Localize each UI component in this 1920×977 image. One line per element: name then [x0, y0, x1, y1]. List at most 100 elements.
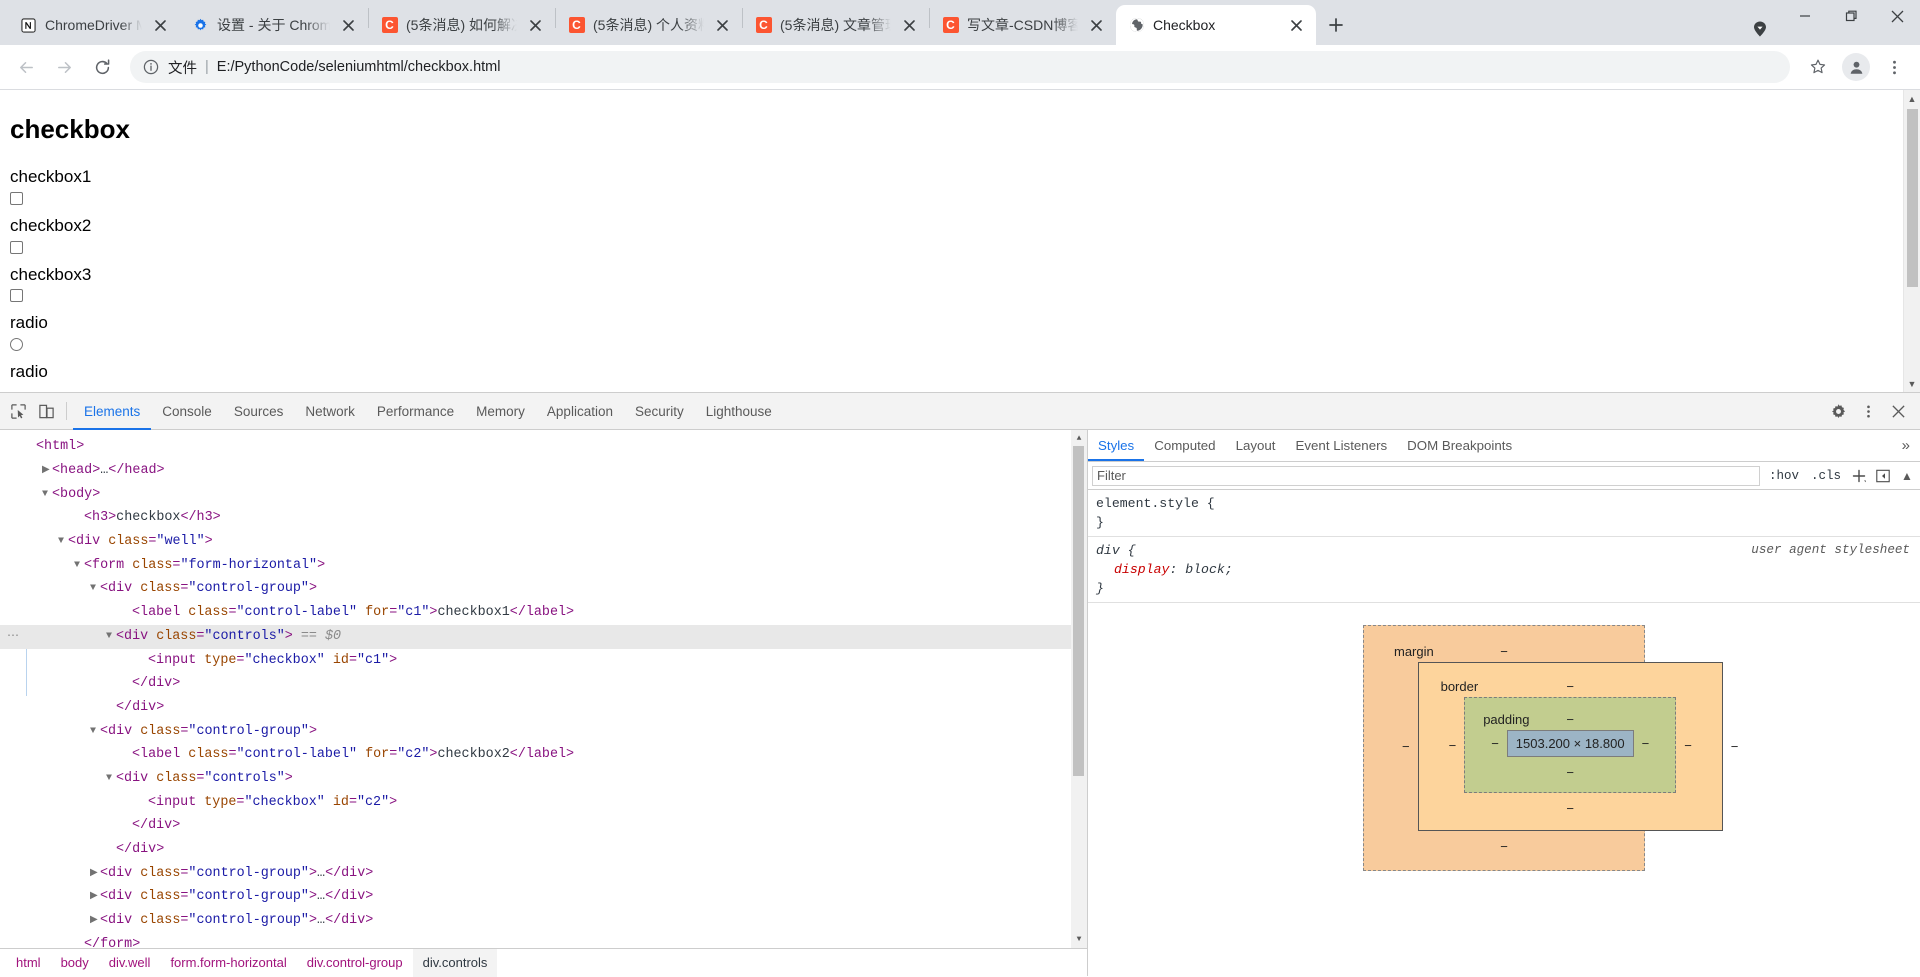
box-model-margin[interactable]: margin − − border − − — [1363, 625, 1645, 871]
style-rule-div-ua[interactable]: user agent stylesheet div { display: blo… — [1088, 537, 1920, 603]
device-toolbar-icon[interactable] — [32, 397, 60, 425]
dom-tree-row[interactable]: ▼<body> — [0, 483, 1087, 507]
breadcrumb-item-div-well[interactable]: div.well — [99, 949, 161, 977]
tab-search-icon[interactable] — [1742, 13, 1778, 45]
profile-avatar-icon[interactable] — [1842, 53, 1870, 81]
breadcrumb-item-form[interactable]: form.form-horizontal — [160, 949, 296, 977]
devtools-tab-application[interactable]: Application — [536, 393, 624, 430]
tab-close-icon[interactable] — [1286, 15, 1306, 35]
styles-tab-computed[interactable]: Computed — [1144, 430, 1225, 461]
window-minimize-button[interactable] — [1782, 0, 1828, 32]
styles-tab-event-listeners[interactable]: Event Listeners — [1286, 430, 1398, 461]
close-icon[interactable] — [1884, 397, 1912, 425]
checkbox-input-c3[interactable] — [10, 289, 23, 302]
scroll-up-icon[interactable]: ▲ — [1904, 90, 1920, 107]
radio-input-r1[interactable] — [10, 338, 23, 351]
checkbox-input-c2[interactable] — [10, 241, 23, 254]
dom-tree-row[interactable]: ▼<div class="control-group"> — [0, 577, 1087, 601]
devtools-tab-sources[interactable]: Sources — [223, 393, 295, 430]
margin-top-value[interactable]: − — [1364, 642, 1644, 661]
browser-tab-csdn-dis[interactable]: C (5条消息) 如何解决Dis — [369, 5, 555, 45]
box-model-padding[interactable]: padding − − 1503.200 × 18.800 − − — [1464, 697, 1676, 793]
browser-tab-checkbox[interactable]: Checkbox — [1116, 5, 1316, 45]
twisty-expanded-icon[interactable]: ▼ — [74, 554, 84, 578]
back-icon[interactable] — [8, 49, 44, 85]
new-tab-button[interactable] — [1322, 11, 1350, 39]
dom-tree-row[interactable]: </div> — [0, 838, 1087, 862]
tab-close-icon[interactable] — [525, 15, 545, 35]
page-scrollbar[interactable]: ▲ ▼ — [1903, 90, 1920, 392]
devtools-tab-security[interactable]: Security — [624, 393, 695, 430]
breadcrumb-item-controls[interactable]: div.controls — [413, 949, 498, 977]
tab-close-icon[interactable] — [338, 15, 358, 35]
forward-icon[interactable] — [46, 49, 82, 85]
browser-tab-csdn-write[interactable]: C 写文章-CSDN博客 — [930, 5, 1116, 45]
dom-tree-row[interactable]: ▼<form class="form-horizontal"> — [0, 554, 1087, 578]
tab-close-icon[interactable] — [712, 15, 732, 35]
devtools-tab-lighthouse[interactable]: Lighthouse — [695, 393, 783, 430]
scroll-down-icon[interactable]: ▼ — [1071, 932, 1087, 948]
reload-icon[interactable] — [84, 49, 120, 85]
devtools-tab-console[interactable]: Console — [151, 393, 223, 430]
styles-tab-dom-breakpoints[interactable]: DOM Breakpoints — [1397, 430, 1522, 461]
dom-tree-row[interactable]: <input type="checkbox" id="c1"> — [0, 649, 1087, 673]
dom-tree-row[interactable]: ▶<div class="control-group">…</div> — [0, 909, 1087, 933]
declaration-display[interactable]: display: block; — [1096, 560, 1912, 579]
dom-tree-row[interactable]: <h3>checkbox</h3> — [0, 506, 1087, 530]
dom-tree-row[interactable]: <label class="control-label" for="c1">ch… — [0, 601, 1087, 625]
style-rule-element-style[interactable]: element.style { } — [1088, 490, 1920, 537]
twisty-collapsed-icon[interactable]: ▶ — [42, 459, 52, 483]
border-left-value[interactable]: − — [1441, 736, 1465, 755]
dom-tree-row[interactable]: <html> — [0, 435, 1087, 459]
twisty-expanded-icon[interactable]: ▼ — [90, 720, 100, 744]
dom-tree-row[interactable]: </form> — [0, 933, 1087, 948]
devtools-tab-elements[interactable]: Elements — [73, 393, 151, 430]
checkbox-input-c1[interactable] — [10, 192, 23, 205]
padding-bottom-value[interactable]: − — [1483, 763, 1657, 782]
dom-tree-row[interactable]: </div> — [0, 814, 1087, 838]
twisty-collapsed-icon[interactable]: ▶ — [90, 885, 100, 909]
plus-icon[interactable] — [1850, 466, 1868, 486]
margin-bottom-value[interactable]: − — [1394, 837, 1614, 856]
window-maximize-button[interactable] — [1828, 0, 1874, 32]
panel-toggle-icon[interactable] — [1874, 466, 1892, 486]
scrollbar-thumb[interactable] — [1907, 109, 1918, 287]
three-dot-menu-icon[interactable] — [1854, 397, 1882, 425]
twisty-expanded-icon[interactable]: ▼ — [90, 577, 100, 601]
gear-icon[interactable] — [1824, 397, 1852, 425]
devtools-tab-network[interactable]: Network — [294, 393, 366, 430]
styles-filter-input[interactable]: Filter — [1092, 466, 1760, 486]
devtools-tab-performance[interactable]: Performance — [366, 393, 465, 430]
border-right-value[interactable]: − — [1676, 736, 1700, 755]
address-bar[interactable]: 文件 | E:/PythonCode/seleniumhtml/checkbox… — [130, 51, 1790, 83]
box-model-border[interactable]: border − − padding − − — [1418, 662, 1723, 831]
tab-close-icon[interactable] — [1086, 15, 1106, 35]
border-bottom-value[interactable]: − — [1441, 799, 1700, 818]
browser-tab-settings-about-chrome[interactable]: 设置 - 关于 Chrome — [180, 5, 368, 45]
breadcrumb-item-body[interactable]: body — [51, 949, 99, 977]
three-dot-menu-icon[interactable] — [1876, 49, 1912, 85]
styles-tab-layout[interactable]: Layout — [1226, 430, 1286, 461]
margin-right-value[interactable]: − — [1723, 737, 1747, 756]
twisty-expanded-icon[interactable]: ▼ — [42, 483, 52, 507]
breadcrumb-item-html[interactable]: html — [6, 949, 51, 977]
dom-tree-row[interactable]: </div> — [0, 672, 1087, 696]
inspect-element-icon[interactable] — [4, 397, 32, 425]
styles-tab-styles[interactable]: Styles — [1088, 430, 1144, 461]
dom-tree-row[interactable]: ⋯▼<div class="controls"> == $0 — [0, 625, 1087, 649]
cls-toggle-button[interactable]: .cls — [1808, 469, 1844, 483]
border-top-value[interactable]: − — [1419, 677, 1722, 696]
tab-close-icon[interactable] — [899, 15, 919, 35]
dom-tree-row[interactable]: ▼<div class="control-group"> — [0, 720, 1087, 744]
box-model-content-size[interactable]: 1503.200 × 18.800 — [1507, 730, 1634, 757]
styles-scroll-up-icon[interactable]: ▲ — [1898, 466, 1916, 486]
dom-tree-row[interactable]: </div> — [0, 696, 1087, 720]
breadcrumb-item-control-group[interactable]: div.control-group — [297, 949, 413, 977]
dom-tree-row[interactable]: ▶<head>…</head> — [0, 459, 1087, 483]
browser-tab-csdn-profile[interactable]: C (5条消息) 个人资料-个 — [556, 5, 742, 45]
twisty-collapsed-icon[interactable]: ▶ — [90, 909, 100, 933]
info-circle-icon[interactable] — [142, 58, 160, 76]
browser-tab-csdn-article-manage[interactable]: C (5条消息) 文章管理-CS — [743, 5, 929, 45]
dom-tree-row[interactable]: ▶<div class="control-group">…</div> — [0, 862, 1087, 886]
devtools-tab-memory[interactable]: Memory — [465, 393, 536, 430]
